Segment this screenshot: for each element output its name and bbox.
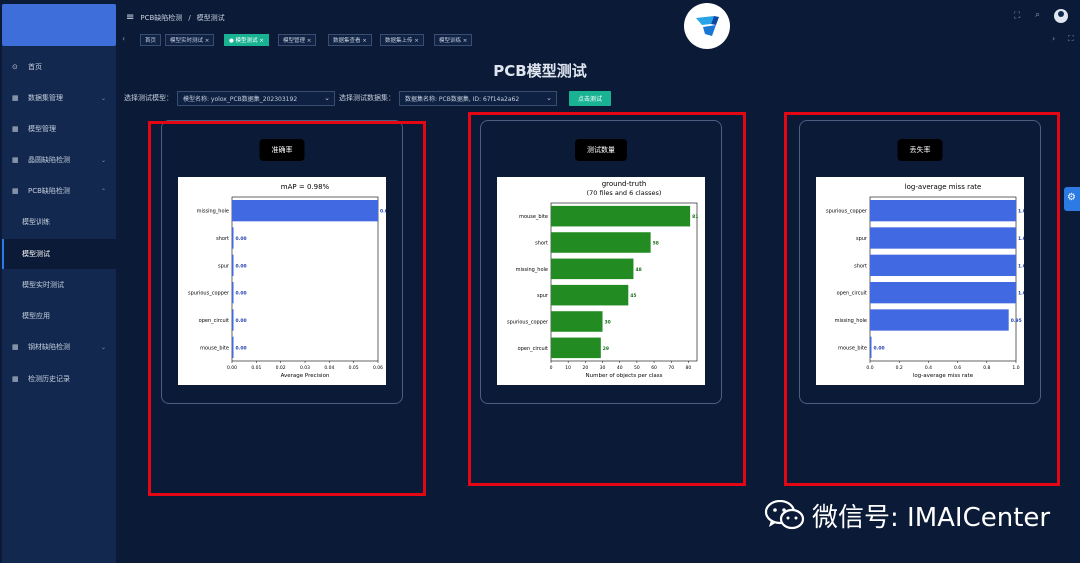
grid-icon: ▦	[12, 156, 19, 164]
grid-icon: ▦	[12, 187, 19, 195]
sidebar-item-label: 数据集管理	[28, 94, 63, 102]
dataset-select-value: 数据集名称: PCB数据集, ID: 67f14a2a62	[405, 95, 520, 103]
sidebar-item[interactable]: ▦ 数据集管理 ⌄	[2, 83, 116, 113]
page-title: PCB模型测试	[493, 62, 587, 80]
tab-item[interactable]: 首页	[140, 34, 162, 46]
sidebar: ⊙ 首页 ▦ 数据集管理 ⌄ ▦ 模型管理 ▦ 晶圆缺陷检测 ⌄ ▦ PCB缺陷检测 ⌃ 模型训练 模型测试…	[2, 4, 116, 563]
model-select-label: 选择测试模型：	[124, 94, 173, 102]
sidebar-item[interactable]: ▦ 钢材缺陷检测 ⌄	[2, 332, 116, 362]
grid-icon: ▦	[12, 125, 19, 133]
watermark: 微信号: IMAICenter	[764, 499, 1050, 533]
brand-logo	[684, 3, 730, 49]
search-icon[interactable]: ⌕	[1035, 10, 1040, 20]
chevron-down-icon: ⌄	[324, 93, 330, 102]
highlight-box	[784, 112, 1060, 486]
avatar[interactable]	[1054, 9, 1068, 23]
dataset-select[interactable]: 数据集名称: PCB数据集, ID: 67f14a2a62 ⌄	[399, 90, 557, 106]
menu-toggle-icon[interactable]: ≡	[126, 12, 134, 23]
sidebar-item[interactable]: 模型应用	[2, 301, 116, 331]
chevron-icon: ⌃	[100, 187, 106, 195]
tab-scroll-left-icon[interactable]: ‹	[122, 34, 125, 43]
watermark-text: 微信号: IMAICenter	[812, 502, 1051, 533]
sidebar-item[interactable]: ▦ 模型管理	[2, 114, 116, 144]
tab-fullscreen-icon[interactable]: ⛶	[1068, 34, 1074, 44]
tab-item[interactable]: 模型管理 ×	[278, 34, 317, 46]
app-logo	[2, 4, 116, 46]
highlight-box	[468, 112, 746, 486]
sidebar-item[interactable]: 模型实时测试	[2, 270, 116, 300]
tab-item[interactable]: 数据集查看 ×	[328, 34, 372, 46]
sidebar-item[interactable]: ▦ 晶圆缺陷检测 ⌄	[2, 145, 116, 175]
sidebar-item-label: PCB缺陷检测	[28, 187, 70, 195]
run-test-button[interactable]: 点击测试	[569, 90, 612, 106]
tab-bar: ‹ 首页 模型实时测试 × ● 模型测试 × 模型管理 × 数据集查看 × 数据集上传 ×…	[118, 32, 1080, 48]
model-select[interactable]: 模型名称: yolox_PCB数据集_202303192 ⌄	[177, 90, 335, 106]
sidebar-item-label: 模型应用	[22, 312, 50, 320]
sidebar-item-label: 模型实时测试	[22, 281, 64, 289]
user-icon	[1058, 11, 1064, 17]
grid-icon: ▦	[12, 94, 19, 102]
breadcrumb-current: 模型测试	[196, 13, 225, 22]
test-controls: 选择测试模型： 模型名称: yolox_PCB数据集_202303192 ⌄ 选…	[124, 90, 612, 106]
sidebar-item-label: 模型管理	[28, 125, 56, 133]
wechat-icon	[764, 499, 806, 530]
sidebar-item-label: 检测历史记录	[28, 375, 70, 383]
tab-item[interactable]: 数据集上传 ×	[380, 34, 424, 46]
dataset-select-label: 选择测试数据集：	[339, 94, 395, 102]
breadcrumb-root[interactable]: PCB缺陷检测	[140, 13, 182, 23]
app-frame: ⊙ 首页 ▦ 数据集管理 ⌄ ▦ 模型管理 ▦ 晶圆缺陷检测 ⌄ ▦ PCB缺陷检测 ⌃ 模型训练 模型测试…	[0, 0, 1080, 563]
tab-item[interactable]: 模型训练 ×	[434, 34, 473, 46]
brand-logo-icon	[696, 16, 719, 36]
sidebar-item[interactable]: ▦ PCB缺陷检测 ⌃	[2, 176, 116, 206]
chevron-icon: ⌄	[100, 94, 106, 102]
tab-item[interactable]: 模型实时测试 ×	[165, 34, 215, 46]
chevron-icon: ⌄	[100, 343, 106, 351]
highlight-box	[148, 121, 426, 496]
sidebar-item-label: 晶圆缺陷检测	[28, 156, 70, 164]
sidebar-item[interactable]: 模型训练	[2, 207, 116, 237]
top-bar: ≡ PCB缺陷检测 / 模型测试 ⛶ ⌕	[118, 4, 1080, 30]
breadcrumb: ≡ PCB缺陷检测 / 模型测试	[126, 12, 225, 23]
chevron-down-icon: ⌄	[546, 93, 552, 102]
grid-icon: ▦	[12, 343, 19, 351]
chevron-icon: ⌄	[100, 156, 106, 164]
sidebar-item[interactable]: ▦ 检测历史记录	[2, 364, 116, 394]
sidebar-item-label: 模型测试	[22, 250, 50, 258]
sidebar-item-label: 模型训练	[22, 218, 50, 226]
sidebar-item[interactable]: 模型测试	[2, 239, 116, 269]
sidebar-item-label: 钢材缺陷检测	[28, 343, 70, 351]
fullscreen-icon[interactable]: ⛶	[1014, 11, 1020, 21]
model-select-value: 模型名称: yolox_PCB数据集_202303192	[183, 95, 298, 103]
tab-scroll-right-icon[interactable]: ›	[1052, 34, 1055, 43]
settings-tab[interactable]: ⚙	[1064, 187, 1080, 211]
grid-icon: ▦	[12, 375, 19, 383]
tab-item[interactable]: ● 模型测试 ×	[224, 34, 269, 46]
gear-icon: ⚙	[1067, 192, 1076, 203]
breadcrumb-separator: /	[188, 13, 191, 22]
